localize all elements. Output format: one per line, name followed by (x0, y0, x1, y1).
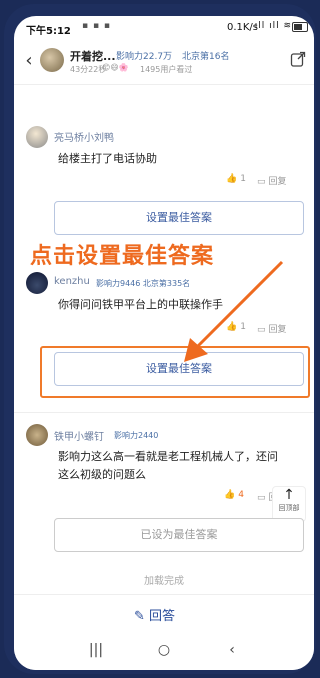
net-speed: 0.1K/s (226, 22, 258, 33)
screen: 下午5:12 ▪ ▪ ▪ 0.1K/s ıll ıll ≋ ‹ 开着挖... 影… (14, 16, 314, 670)
back-to-top-button[interactable]: ↑ 回顶部 (272, 486, 306, 522)
recent-apps-icon[interactable]: ||| (86, 642, 106, 662)
answer-bar: ✎ 回答 (14, 594, 314, 635)
back-to-top-label: 回顶部 (278, 504, 300, 512)
like-count: 1 (240, 174, 246, 184)
divider (14, 412, 314, 413)
comment-text-line2: 这么初级的问题么 (58, 468, 146, 481)
reply-action[interactable]: ▭回复 (257, 174, 287, 187)
loading-status: 加载完成 (144, 576, 184, 587)
like-count: 4 (238, 490, 244, 500)
page-title: 开着挖... (70, 50, 116, 63)
commenter-name[interactable]: 铁甲小螺钉 (54, 428, 104, 443)
answer-button[interactable]: ✎ 回答 (134, 605, 175, 624)
avatar[interactable] (40, 48, 64, 72)
author-rank: 北京第16名 (182, 52, 230, 62)
viewer-count: 1495用户看过 (140, 65, 193, 74)
back-icon[interactable]: ‹ (20, 51, 38, 71)
divider (14, 84, 314, 85)
system-nav-bar: ||| ○ ‹ (14, 634, 314, 670)
nav-back-icon[interactable]: ‹ (222, 642, 242, 662)
share-icon[interactable] (290, 50, 306, 68)
status-time: 下午5:12 (26, 26, 71, 37)
author-influence: 影响力22.7万 (116, 52, 173, 62)
commenter-name[interactable]: 亮马桥小刘鸭 (54, 129, 114, 144)
set-best-answer-button[interactable]: 设置最佳答案 (54, 201, 304, 235)
phone-frame: 下午5:12 ▪ ▪ ▪ 0.1K/s ıll ıll ≋ ‹ 开着挖... 影… (4, 4, 316, 674)
reply-icon: ▭ (257, 177, 266, 187)
reply-label: 回复 (268, 177, 287, 187)
home-icon[interactable]: ○ (154, 642, 174, 662)
comment-text-line1: 影响力这么高一看就是老工程机械人了，还问 (58, 450, 278, 463)
like-action[interactable]: 👍 4 (224, 490, 244, 500)
arrow-up-icon: ↑ (283, 487, 295, 503)
commenter-avatar[interactable] (26, 272, 48, 294)
thumb-up-icon: 👍 (224, 490, 236, 500)
post-time: 43分22秒 (70, 65, 107, 74)
emoji-row: 😊😄🌸 (102, 63, 129, 72)
answer-label: 回答 (149, 609, 176, 624)
commenter-badge: 影响力2440 (114, 431, 159, 440)
signal-icon: ıll ıll ≋ (254, 21, 292, 31)
reply-icon: ▭ (257, 493, 266, 503)
header: ‹ 开着挖... 影响力22.7万 北京第16名 43分22秒 😊😄🌸 1495… (14, 40, 314, 84)
commenter-name[interactable]: kenzhu (54, 276, 90, 287)
commenter-avatar[interactable] (26, 126, 48, 148)
pencil-icon: ✎ (134, 609, 145, 624)
battery-icon (292, 22, 308, 32)
best-answer-set-button: 已设为最佳答案 (54, 518, 304, 552)
notification-icons: ▪ ▪ ▪ (82, 21, 112, 31)
comment-text: 给楼主打了电话协助 (58, 152, 157, 165)
commenter-avatar[interactable] (26, 424, 48, 446)
status-bar: 下午5:12 ▪ ▪ ▪ 0.1K/s ıll ıll ≋ (14, 16, 314, 38)
arrow-icon (184, 260, 284, 362)
like-action[interactable]: 👍 1 (226, 174, 246, 184)
thumb-up-icon: 👍 (226, 174, 238, 184)
